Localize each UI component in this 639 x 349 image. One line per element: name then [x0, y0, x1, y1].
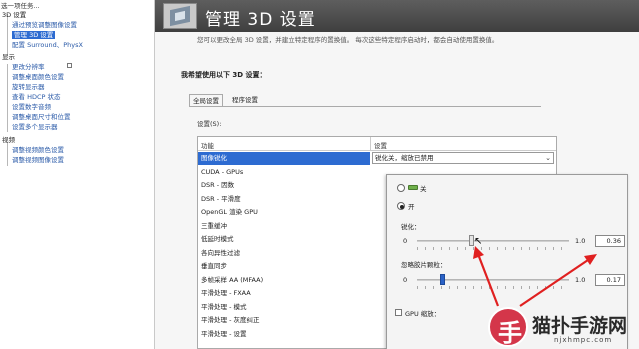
feature-row[interactable]: 三重缓冲: [198, 220, 370, 233]
tree-category-3d-settings[interactable]: 3D 设置: [2, 11, 26, 19]
watermark-logo: 手: [488, 307, 528, 347]
radio-on-label: 开: [408, 203, 415, 211]
tree-item-multiple-displays[interactable]: 设置多个显示器: [12, 123, 58, 131]
column-header-feature[interactable]: 功能: [201, 140, 214, 150]
tree-item-rotate-display[interactable]: 旋转显示器: [12, 83, 45, 91]
feature-row[interactable]: OpenGL 渲染 GPU: [198, 206, 370, 219]
feature-row[interactable]: 垂直同步: [198, 260, 370, 273]
sharpen-slider-ticks: [417, 247, 569, 250]
chevron-down-icon[interactable]: ⌄: [545, 153, 551, 163]
sharpen-min-label: 0: [403, 237, 408, 245]
feature-row[interactable]: 平滑处理 - 模式: [198, 301, 370, 314]
setting-value-dropdown[interactable]: 锐化关，缩放已禁用 ⌄: [372, 152, 554, 164]
tree-item-desktop-size-position[interactable]: 调整桌面尺寸和位置: [12, 113, 71, 121]
task-tree-title: 选一项任务...: [1, 2, 40, 10]
feature-row[interactable]: DSR - 因数: [198, 179, 370, 192]
feature-row[interactable]: 低延时模式: [198, 233, 370, 246]
watermark-text: 猫扑手游网: [532, 315, 628, 337]
ignore-grain-value-field[interactable]: 0.17: [595, 274, 625, 286]
tab-divider: [189, 106, 541, 107]
feature-row[interactable]: 平滑处理 - FXAA: [198, 287, 370, 300]
table-header: 功能 设置: [198, 137, 556, 151]
tree-category-display[interactable]: 显示: [2, 53, 15, 61]
gpu-scaling-label: GPU 缩放：: [405, 310, 441, 318]
feature-row[interactable]: 平滑处理 - 设置: [198, 328, 370, 341]
page-description: 您可以更改全局 3D 设置，并建立特定程序的置换值。 每次这些特定程序启动时，都…: [197, 36, 499, 44]
feature-row[interactable]: 多帧采样 AA (MFAA): [198, 274, 370, 287]
radio-off-label: 关: [420, 185, 427, 193]
ignore-grain-min-label: 0: [403, 276, 408, 284]
task-tree-panel: 选一项任务... 3D 设置 通过预览调整图像设置 管理 3D 设置 配置 Su…: [0, 0, 155, 349]
ignore-grain-max-label: 1.0: [575, 276, 586, 284]
gpu-scaling-checkbox[interactable]: [395, 309, 402, 316]
sharpen-slider-track[interactable]: [417, 240, 569, 242]
radio-off[interactable]: [397, 184, 405, 192]
mouse-cursor-icon: ↖: [474, 236, 483, 247]
tree-connector: [7, 142, 8, 166]
feature-row[interactable]: CUDA - GPUs: [198, 166, 370, 179]
site-watermark: 手 猫扑手游网 njxhmpc.com: [488, 306, 639, 349]
radio-on[interactable]: [397, 202, 405, 210]
tree-category-video[interactable]: 视频: [2, 136, 15, 144]
tree-item-manage-3d-settings[interactable]: 管理 3D 设置: [12, 31, 56, 39]
tree-item-video-image[interactable]: 调整视频图像设置: [12, 156, 64, 164]
expand-box-icon[interactable]: [67, 63, 72, 68]
feature-row[interactable]: DSR - 平滑度: [198, 193, 370, 206]
sharpen-max-label: 1.0: [575, 237, 586, 245]
sharpen-slider-thumb[interactable]: [468, 235, 474, 246]
ignore-grain-slider-thumb[interactable]: [439, 274, 445, 285]
tree-item-digital-audio[interactable]: 设置数字音频: [12, 103, 51, 111]
tree-connector: [7, 64, 8, 132]
feature-row[interactable]: 各向异性过滤: [198, 247, 370, 260]
ignore-grain-slider-ticks: [417, 286, 569, 289]
toggle-icon: [408, 185, 418, 190]
tree-item-configure-surround-physx[interactable]: 配置 Surround、PhysX: [12, 41, 83, 49]
tree-item-video-color[interactable]: 调整视频颜色设置: [12, 146, 64, 154]
feature-row[interactable]: 图像锐化: [198, 152, 370, 165]
page-header: 管理 3D 设置: [155, 0, 639, 32]
settings-label: 设置(S):: [197, 120, 222, 128]
tree-connector: [7, 14, 8, 56]
ignore-grain-label: 忽略胶片颗粒：: [401, 261, 447, 269]
tree-item-adjust-desktop-color[interactable]: 调整桌面颜色设置: [12, 73, 64, 81]
tree-item-adjust-image-preview[interactable]: 通过预览调整图像设置: [12, 21, 77, 29]
column-header-setting[interactable]: 设置: [374, 140, 387, 150]
sharpen-value-field[interactable]: 0.36: [595, 235, 625, 247]
watermark-url: njxhmpc.com: [554, 336, 613, 344]
tree-item-view-hdcp[interactable]: 查看 HDCP 状态: [12, 93, 60, 101]
tree-item-change-resolution[interactable]: 更改分辨率: [12, 63, 45, 71]
nvidia-3d-settings-icon: [163, 3, 197, 29]
page-title: 管理 3D 设置: [205, 10, 316, 30]
sharpen-label: 锐化：: [401, 223, 421, 231]
section-title: 我希望使用以下 3D 设置：: [181, 71, 267, 79]
feature-row[interactable]: 平滑处理 - 灰度纠正: [198, 314, 370, 327]
setting-value-text: 锐化关，缩放已禁用: [375, 154, 434, 162]
